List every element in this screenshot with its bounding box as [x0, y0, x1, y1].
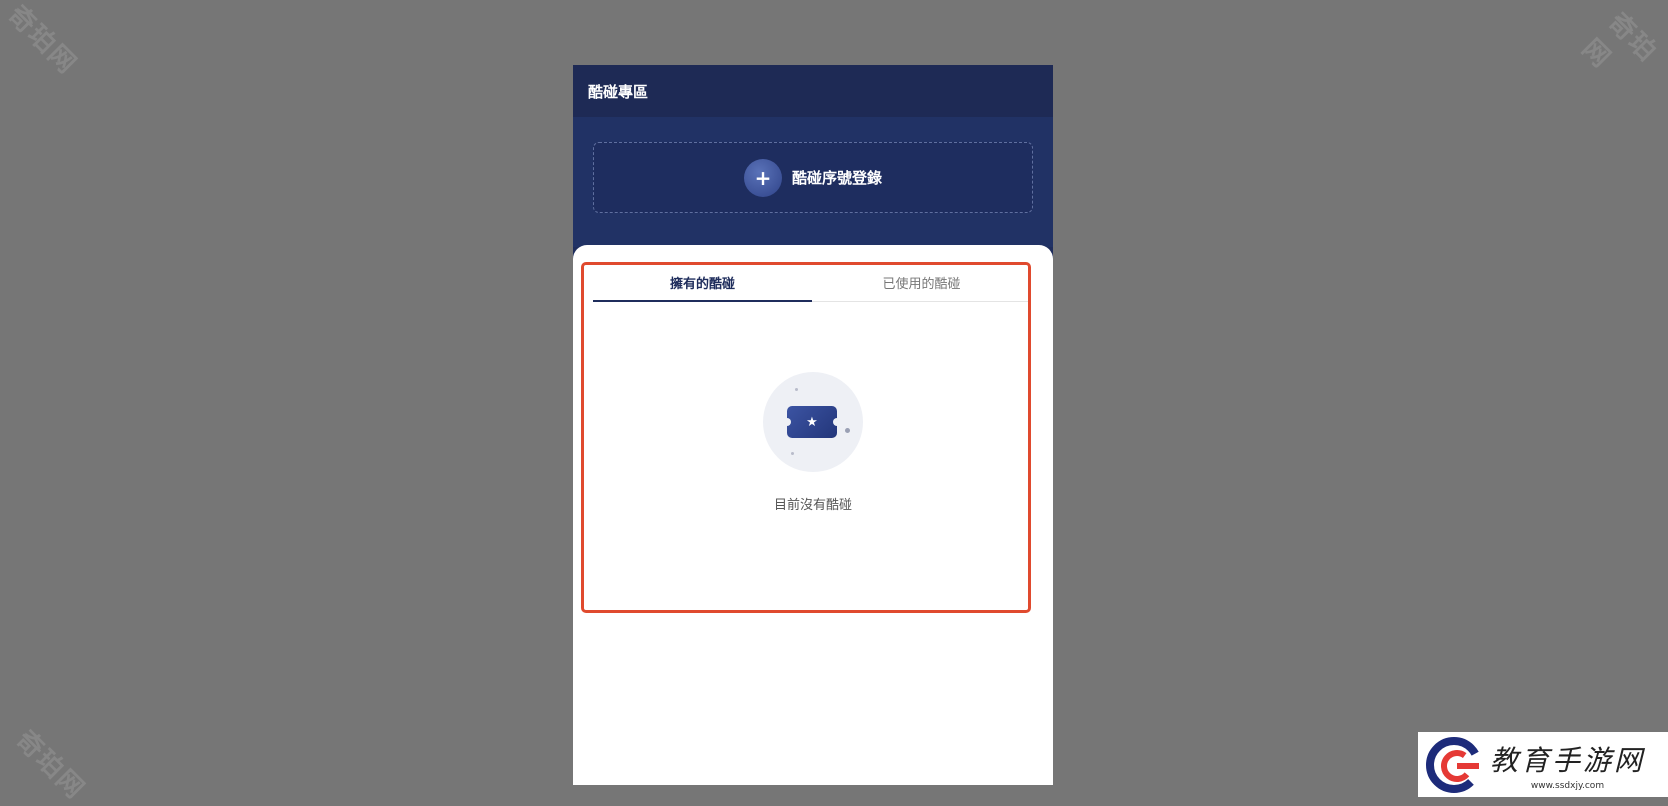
watermark: 奇珀网	[1575, 7, 1663, 75]
tab-owned-coupons[interactable]: 擁有的酷碰	[593, 263, 812, 302]
plus-icon: +	[743, 158, 782, 197]
ticket-star-icon: ★	[763, 372, 863, 472]
brand-badge: 教育手游网 www.ssdxjy.com	[1418, 732, 1668, 797]
coupon-tabs: 擁有的酷碰 已使用的酷碰	[593, 263, 1031, 302]
redeem-code-label: 酷碰序號登錄	[791, 169, 882, 187]
brand-name: 教育手游网	[1490, 743, 1646, 777]
tab-used-coupons[interactable]: 已使用的酷碰	[812, 263, 1031, 301]
coupon-list-area: 擁有的酷碰 已使用的酷碰 ★ 目前沒有酷碰	[573, 245, 1053, 785]
empty-state-message: 目前沒有酷碰	[773, 498, 852, 513]
redeem-section: + 酷碰序號登錄	[573, 117, 1053, 247]
brand-url: www.ssdxjy.com	[1530, 780, 1605, 791]
page-title: 酷碰專區	[588, 82, 649, 101]
watermark: 奇珀网	[9, 724, 91, 806]
page-header: 酷碰專區	[573, 65, 1053, 117]
coupon-panel: 酷碰專區 + 酷碰序號登錄 擁有的酷碰 已使用的酷碰 ★ 目前沒有酷碰	[573, 65, 1053, 785]
brand-logo-icon	[1424, 735, 1484, 795]
redeem-code-button[interactable]: + 酷碰序號登錄	[593, 142, 1033, 213]
watermark: 奇珀网	[1, 0, 83, 81]
